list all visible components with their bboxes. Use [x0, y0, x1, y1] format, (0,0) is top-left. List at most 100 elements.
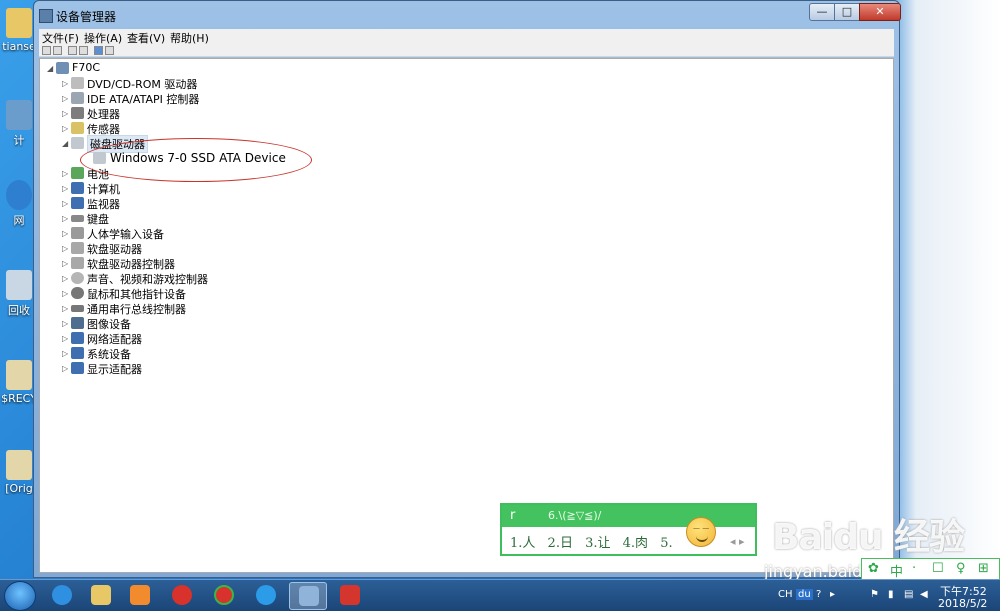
taskbar-explorer[interactable] [82, 582, 120, 610]
forward-icon[interactable] [53, 46, 62, 55]
tree-item-hid[interactable]: ▷ 人体学输入设备 [62, 226, 362, 241]
up-icon[interactable] [68, 46, 77, 55]
menu-help[interactable]: 帮助(H) [170, 30, 209, 46]
taskbar-toolbox[interactable] [331, 582, 369, 610]
expand-icon[interactable]: ▷ [62, 214, 68, 223]
tree-item-floppy-controller[interactable]: ▷ 软盘驱动器控制器 [62, 256, 362, 271]
baidu-ime-icon[interactable]: du [796, 589, 813, 600]
annotation-ellipse [80, 138, 312, 182]
collapse-icon[interactable]: ◢ [62, 139, 68, 148]
minimize-button[interactable]: — [809, 3, 835, 21]
expand-icon[interactable]: ▷ [62, 94, 68, 103]
ime-candidate[interactable]: 5. [660, 536, 672, 551]
emoji-face-icon[interactable] [686, 517, 716, 547]
menu-file[interactable]: 文件(F) [42, 30, 79, 46]
expand-icon[interactable]: ▷ [62, 199, 68, 208]
expand-icon[interactable]: ▷ [62, 124, 68, 133]
music-icon [172, 585, 192, 605]
tree-item-display[interactable]: ▷ 显示适配器 [62, 361, 362, 376]
expand-icon[interactable]: ▷ [62, 319, 68, 328]
paw-icon[interactable]: ✿ [868, 561, 879, 576]
help-icon[interactable]: ? [816, 589, 821, 600]
ime-page-arrows[interactable]: ◂ ▸ [730, 535, 745, 548]
scan-hardware-icon[interactable] [105, 46, 114, 55]
expand-icon[interactable]: ▷ [62, 259, 68, 268]
menu-view[interactable]: 查看(V) [127, 30, 165, 46]
close-button[interactable]: ✕ [859, 3, 901, 21]
media-player-icon [130, 585, 150, 605]
tree-root[interactable]: ◢ F70C [47, 61, 247, 76]
clock-date[interactable]: 2018/5/2 [938, 597, 987, 610]
expand-icon[interactable]: ▷ [62, 304, 68, 313]
collapse-icon[interactable]: ◢ [47, 64, 53, 73]
tree-item-floppy-drive[interactable]: ▷ 软盘驱动器 [62, 241, 362, 256]
start-button[interactable] [4, 581, 36, 611]
ime-candidate[interactable]: 2.日 [548, 536, 573, 551]
expand-icon[interactable]: ▷ [62, 229, 68, 238]
tree-item-dvd[interactable]: ▷ DVD/CD-ROM 驱动器 [62, 76, 362, 91]
mouse-icon [71, 287, 84, 299]
computer-icon [6, 100, 32, 130]
expand-icon[interactable]: ▷ [62, 364, 68, 373]
taskbar-browser[interactable] [247, 582, 285, 610]
help-icon[interactable] [94, 46, 103, 55]
ime-skin-icon[interactable]: ☐ [932, 561, 944, 576]
back-icon[interactable] [42, 46, 51, 55]
baidu-logo: Baidu 经验 [772, 517, 965, 558]
tree-item-network[interactable]: ▷ 网络适配器 [62, 331, 362, 346]
tree-item-processor[interactable]: ▷ 处理器 [62, 106, 362, 121]
ime-punctuation[interactable]: · [912, 561, 916, 576]
expand-icon[interactable]: ▷ [62, 109, 68, 118]
flag-icon[interactable]: ⚑ [870, 589, 879, 600]
network-icon [6, 180, 32, 210]
ime-candidate[interactable]: 4.肉 [623, 536, 648, 551]
toolbox-icon [340, 585, 360, 605]
ime-toolbox-icon[interactable]: ⊞ [978, 561, 989, 576]
maximize-button[interactable]: □ [834, 3, 860, 21]
volume-icon[interactable]: ◀ [920, 589, 928, 600]
tray-expand-icon[interactable]: ▸ [830, 589, 835, 600]
ide-controller-icon [71, 92, 84, 104]
taskbar-video-player[interactable] [205, 582, 243, 610]
tree-item-sound[interactable]: ▷ 声音、视频和游戏控制器 [62, 271, 362, 286]
tree-item-usb[interactable]: ▷ 通用串行总线控制器 [62, 301, 362, 316]
ime-candidate[interactable]: 3.让 [585, 536, 610, 551]
menu-action[interactable]: 操作(A) [84, 30, 122, 46]
expand-icon[interactable]: ▷ [62, 349, 68, 358]
expand-icon[interactable]: ▷ [62, 334, 68, 343]
network-icon[interactable]: ▤ [904, 589, 913, 600]
tree-item-computer[interactable]: ▷ 计算机 [62, 181, 362, 196]
internet-explorer-icon [52, 585, 72, 605]
sensor-icon [71, 122, 84, 134]
title-bar[interactable]: 设备管理器 — □ ✕ [34, 1, 901, 29]
tree-item-sensor[interactable]: ▷ 传感器 [62, 121, 362, 136]
ime-candidate[interactable]: 1.人 [510, 536, 535, 551]
language-indicator[interactable]: CH [778, 589, 793, 600]
taskbar-media-player[interactable] [121, 582, 159, 610]
taskbar-device-manager[interactable] [289, 582, 327, 610]
expand-icon[interactable]: ▷ [62, 169, 68, 178]
floppy-drive-icon [71, 242, 84, 254]
properties-icon[interactable] [79, 46, 88, 55]
minimize-icon: — [816, 5, 828, 18]
expand-icon[interactable]: ▷ [62, 244, 68, 253]
expand-icon[interactable]: ▷ [62, 274, 68, 283]
expand-icon[interactable]: ▷ [62, 184, 68, 193]
ime-input-text: r [510, 508, 516, 523]
tree-item-keyboard[interactable]: ▷ 键盘 [62, 211, 362, 226]
tree-item-monitor[interactable]: ▷ 监视器 [62, 196, 362, 211]
tree-item-system[interactable]: ▷ 系统设备 [62, 346, 362, 361]
usb-icon [71, 305, 84, 312]
ime-emoticon-hint[interactable]: 6.\(≧▽≦)/ [548, 509, 601, 522]
ime-user-icon[interactable]: ♀ [956, 561, 966, 576]
tree-item-ide[interactable]: ▷ IDE ATA/ATAPI 控制器 [62, 91, 362, 106]
ime-mode-chinese[interactable]: 中 [890, 561, 903, 580]
tree-item-imaging[interactable]: ▷ 图像设备 [62, 316, 362, 331]
ime-status-bar: ✿ 中 · ☐ ♀ ⊞ [861, 558, 1000, 580]
taskbar-ie[interactable] [43, 582, 81, 610]
power-icon[interactable]: ▮ [888, 589, 894, 600]
expand-icon[interactable]: ▷ [62, 79, 68, 88]
taskbar-netease-music[interactable] [163, 582, 201, 610]
tree-item-mouse[interactable]: ▷ 鼠标和其他指针设备 [62, 286, 362, 301]
expand-icon[interactable]: ▷ [62, 289, 68, 298]
